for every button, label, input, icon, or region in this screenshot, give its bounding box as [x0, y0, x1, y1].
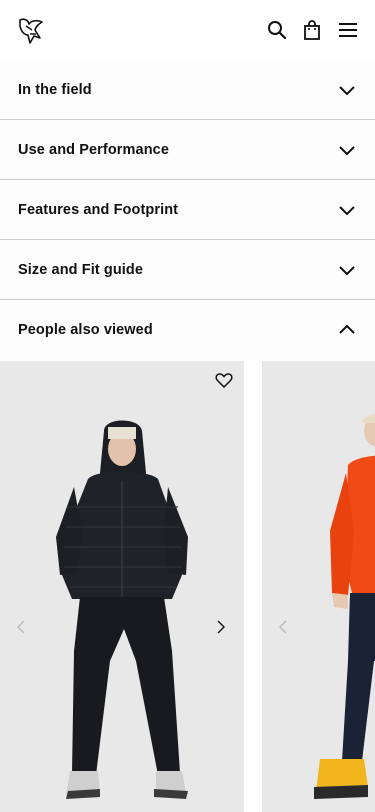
- accordion-features-and-footprint[interactable]: Features and Footprint: [0, 180, 375, 240]
- norrona-logo-icon[interactable]: [16, 16, 46, 46]
- accordion-label: In the field: [18, 81, 92, 98]
- accordion-size-and-fit-guide[interactable]: Size and Fit guide: [0, 240, 375, 300]
- accordion-in-the-field[interactable]: In the field: [0, 60, 375, 120]
- chevron-up-icon: [339, 324, 355, 334]
- chevron-down-icon: [339, 85, 355, 95]
- site-header: [0, 0, 375, 60]
- accordion-use-and-performance[interactable]: Use and Performance: [0, 120, 375, 180]
- product-image: [0, 361, 244, 812]
- shopping-bag-icon[interactable]: [300, 18, 324, 42]
- accordion-label: Size and Fit guide: [18, 261, 144, 278]
- hamburger-menu-icon[interactable]: [336, 18, 360, 42]
- search-icon[interactable]: [265, 18, 289, 42]
- product-info-accordion: In the field Use and Performance Feature…: [0, 60, 375, 360]
- product-card[interactable]: [262, 361, 375, 812]
- heart-outline-icon[interactable]: [214, 370, 234, 390]
- people-also-viewed-carousel[interactable]: [0, 361, 375, 812]
- accordion-label: Features and Footprint: [18, 201, 179, 218]
- product-card[interactable]: [0, 361, 244, 812]
- chevron-down-icon: [339, 145, 355, 155]
- accordion-people-also-viewed[interactable]: People also viewed: [0, 300, 375, 360]
- chevron-down-icon: [339, 205, 355, 215]
- chevron-right-icon[interactable]: [214, 618, 228, 636]
- product-image: [262, 361, 375, 812]
- accordion-label: Use and Performance: [18, 141, 169, 158]
- chevron-down-icon: [339, 265, 355, 275]
- accordion-label: People also viewed: [18, 322, 153, 338]
- chevron-left-icon[interactable]: [14, 618, 28, 636]
- chevron-left-icon[interactable]: [276, 618, 290, 636]
